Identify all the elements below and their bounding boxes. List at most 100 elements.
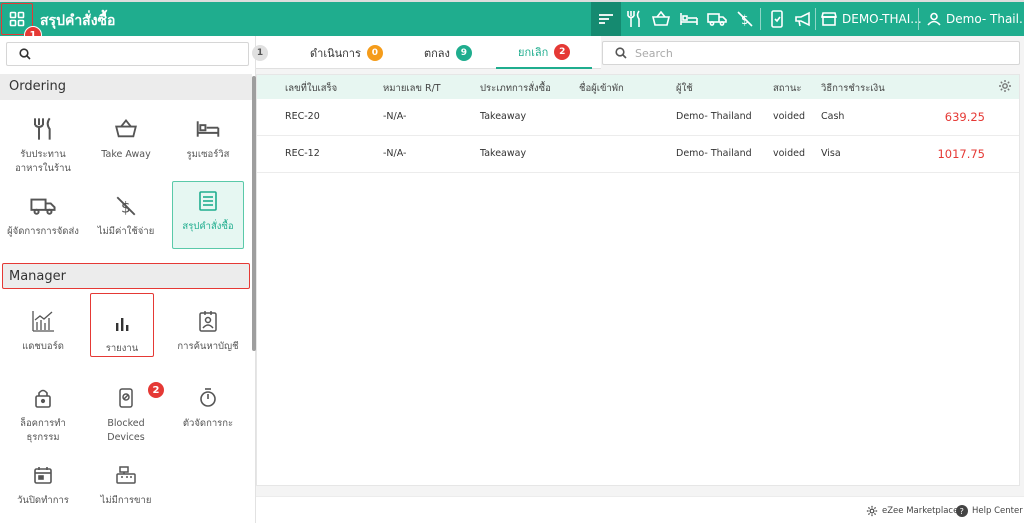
column-header: ผู้ใช้	[676, 83, 693, 94]
announcement-button[interactable]	[788, 2, 818, 36]
order-summary-icon	[199, 191, 217, 211]
tile-label: ล็อคการทำธุรกรรม	[20, 418, 66, 443]
delivery-button[interactable]	[702, 2, 732, 36]
order-list-button[interactable]	[591, 2, 621, 36]
tile-label: Take Away	[101, 149, 151, 160]
help-label: Help Center	[972, 506, 1023, 516]
user-cell: Demo- Thailand	[676, 148, 752, 159]
column-header: หมายเลข R/T	[383, 83, 441, 94]
tile-blocked-devices[interactable]: Blocked Devices	[90, 383, 162, 451]
tile-account-search[interactable]: การค้นหาบัญชี	[172, 306, 244, 374]
room-service-button[interactable]	[674, 2, 704, 36]
help-icon: ?	[956, 505, 968, 517]
user-name: Demo- Thail...	[946, 12, 1024, 26]
lock-icon	[35, 389, 51, 408]
main-content: 1 ดำเนินการ 0 ตกลง 9 ยกเลิก 2 เลขที่ใบเส…	[252, 36, 1024, 496]
tab-label: ตกลง	[424, 46, 450, 60]
status-cell: voided	[773, 148, 805, 159]
tile-delivery-manager[interactable]: ผู้จัดการการจัดส่ง	[7, 191, 79, 259]
tile-shift-manager[interactable]: ตัวจัดการกะ	[172, 383, 244, 451]
search-input[interactable]	[635, 44, 1005, 62]
svg-text:$: $	[121, 198, 131, 216]
ordering-section-title: Ordering	[0, 74, 252, 100]
tile-label: การค้นหาบัญชี	[177, 341, 239, 352]
calendar-icon	[34, 467, 52, 484]
top-bar: 1 สรุปคำสั่งซื้อ $ DEMO-THAI... Demo- Th…	[0, 0, 1024, 44]
tile-take-away[interactable]: Take Away	[90, 114, 162, 182]
no-charge-icon: $	[116, 196, 136, 216]
user-menu[interactable]: Demo- Thail...	[927, 2, 1024, 36]
tile-label: ไม่มีการขาย	[100, 495, 152, 506]
list-icon	[599, 14, 613, 24]
tab-cancelled[interactable]: ยกเลิก 2	[496, 36, 593, 69]
tab-partial[interactable]: 1	[252, 36, 268, 69]
dine-in-button[interactable]	[619, 2, 649, 36]
tab-count: 1	[252, 44, 268, 61]
tile-reports[interactable]: รายงาน	[90, 293, 154, 357]
truck-icon	[707, 13, 727, 26]
sidebar-search-input[interactable]	[6, 42, 249, 66]
search-icon	[19, 48, 31, 60]
tab-label: ดำเนินการ	[310, 46, 361, 60]
tile-label: แดชบอร์ด	[22, 341, 64, 352]
truck-icon	[30, 198, 56, 215]
tile-dine-in[interactable]: รับประทานอาหารในร้าน	[7, 114, 79, 182]
tab-in-progress[interactable]: ดำเนินการ 0	[310, 36, 383, 69]
tab-label: ยกเลิก	[518, 45, 549, 59]
tile-order-summary[interactable]: สรุปคำสั่งซื้อ	[172, 181, 244, 249]
tile-label: Blocked Devices	[107, 418, 145, 443]
tile-label: วันปิดทำการ	[17, 495, 69, 506]
tile-closing-day[interactable]: วันปิดทำการ	[7, 460, 79, 523]
tile-room-service[interactable]: รูมเซอร์วิส	[172, 114, 244, 182]
tile-no-sale[interactable]: ไม่มีการขาย	[90, 460, 162, 523]
store-name: DEMO-THAI...	[842, 12, 922, 26]
no-sale-icon	[116, 466, 136, 484]
table-row[interactable]: REC-12 -N/A- Takeaway Demo- Thailand voi…	[257, 136, 1019, 173]
payment-cell: Visa	[821, 148, 841, 159]
dine-in-icon	[34, 117, 51, 140]
column-header: สถานะ	[773, 83, 802, 94]
tile-label: รายงาน	[105, 343, 139, 354]
top-separator	[815, 8, 816, 30]
report-icon	[116, 318, 129, 331]
footer: eZee Marketplace ? Help Center	[256, 496, 1024, 523]
tile-label: ไม่มีค่าใช้จ่าย	[97, 226, 155, 237]
tile-no-charge[interactable]: $ ไม่มีค่าใช้จ่าย	[90, 191, 162, 259]
orders-table: เลขที่ใบเสร็จ หมายเลข R/T ประเภทการสั่งซ…	[256, 74, 1020, 486]
user-cell: Demo- Thailand	[676, 111, 752, 122]
tile-dashboard[interactable]: แดชบอร์ด	[7, 306, 79, 374]
order-type-cell: Takeaway	[480, 111, 527, 122]
tile-label: รูมเซอร์วิส	[186, 149, 230, 160]
dine-in-icon	[627, 10, 640, 27]
gear-icon	[866, 505, 878, 517]
marketplace-link[interactable]: eZee Marketplace	[866, 505, 958, 517]
tile-transaction-lock[interactable]: ล็อคการทำธุรกรรม	[7, 383, 79, 451]
dashboard-icon	[32, 311, 54, 332]
no-charge-button[interactable]: $	[730, 2, 760, 36]
bed-icon	[680, 13, 698, 25]
svg-text:?: ?	[960, 507, 964, 516]
status-cell: voided	[773, 111, 805, 122]
blocked-device-icon	[119, 388, 133, 408]
column-header: ชื่อผู้เข้าพัก	[579, 83, 624, 94]
column-header: เลขที่ใบเสร็จ	[285, 83, 338, 94]
timer-icon	[200, 388, 216, 407]
store-icon	[821, 12, 837, 26]
column-header: ประเภทการสั่งซื้อ	[480, 83, 551, 94]
table-row[interactable]: REC-20 -N/A- Takeaway Demo- Thailand voi…	[257, 99, 1019, 136]
mobile-icon	[771, 10, 783, 28]
help-center-link[interactable]: ? Help Center	[956, 505, 1023, 517]
search-icon	[615, 47, 627, 59]
store-selector[interactable]: DEMO-THAI...	[821, 2, 922, 36]
amount-cell: 1017.75	[937, 147, 985, 161]
apps-grid-icon	[9, 11, 25, 27]
basket-icon	[652, 11, 670, 26]
settings-gear-icon[interactable]	[998, 79, 1012, 93]
tab-count: 9	[455, 44, 472, 61]
tile-label: รับประทานอาหารในร้าน	[15, 149, 71, 174]
tab-confirmed[interactable]: ตกลง 9	[424, 36, 472, 69]
takeaway-button[interactable]	[646, 2, 676, 36]
marketplace-label: eZee Marketplace	[882, 506, 959, 516]
top-separator	[918, 8, 919, 30]
column-header: วิธีการชำระเงิน	[821, 83, 885, 94]
